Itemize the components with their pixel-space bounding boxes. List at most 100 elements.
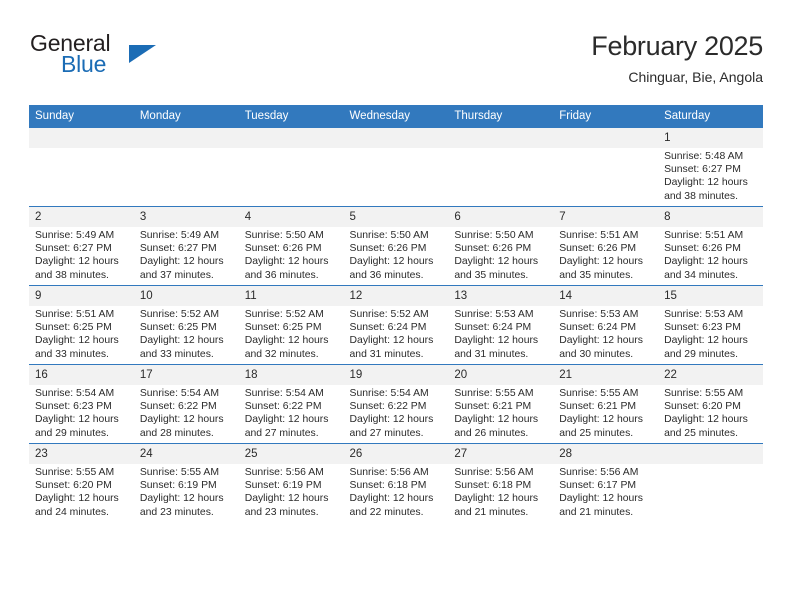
day-details: Sunrise: 5:54 AM Sunset: 6:22 PM Dayligh… — [344, 385, 449, 440]
day-number: 22 — [658, 365, 763, 385]
daylight-text: Daylight: 12 hours and 35 minutes. — [454, 256, 539, 281]
sunset-text: Sunset: 6:26 PM — [244, 243, 322, 255]
day-details: Sunrise: 5:56 AM Sunset: 6:18 PM Dayligh… — [448, 464, 553, 519]
sunset-text: Sunset: 6:26 PM — [349, 243, 427, 255]
day-cell[interactable]: 16 Sunrise: 5:54 AM Sunset: 6:23 PM Dayl… — [29, 364, 134, 444]
sunrise-text: Sunrise: 5:50 AM — [244, 230, 324, 241]
sunset-text: Sunset: 6:24 PM — [454, 322, 532, 334]
day-cell[interactable]: 22 Sunrise: 5:55 AM Sunset: 6:20 PM Dayl… — [658, 364, 763, 444]
sunset-text: Sunset: 6:23 PM — [664, 322, 741, 334]
day-cell — [343, 127, 449, 207]
sunset-text: Sunset: 6:26 PM — [454, 243, 532, 255]
day-cell[interactable]: 20 Sunrise: 5:55 AM Sunset: 6:21 PM Dayl… — [448, 364, 554, 444]
day-number: 2 — [29, 207, 134, 227]
sunrise-text: Sunrise: 5:54 AM — [35, 388, 115, 399]
day-cell[interactable]: 24 Sunrise: 5:55 AM Sunset: 6:19 PM Dayl… — [133, 443, 239, 522]
weekday-header-friday: Friday — [553, 105, 659, 128]
day-details: Sunrise: 5:52 AM Sunset: 6:25 PM Dayligh… — [134, 306, 239, 361]
day-cell[interactable]: 5 Sunrise: 5:50 AM Sunset: 6:26 PM Dayli… — [343, 206, 449, 286]
day-cell[interactable]: 18 Sunrise: 5:54 AM Sunset: 6:22 PM Dayl… — [238, 364, 344, 444]
sunset-text: Sunset: 6:25 PM — [35, 322, 112, 334]
day-cell[interactable]: 28 Sunrise: 5:56 AM Sunset: 6:17 PM Dayl… — [553, 443, 659, 522]
day-cell[interactable]: 17 Sunrise: 5:54 AM Sunset: 6:22 PM Dayl… — [133, 364, 239, 444]
daylight-text: Daylight: 12 hours and 31 minutes. — [349, 335, 434, 360]
day-cell[interactable]: 6 Sunrise: 5:50 AM Sunset: 6:26 PM Dayli… — [448, 206, 554, 286]
day-cell[interactable]: 21 Sunrise: 5:55 AM Sunset: 6:21 PM Dayl… — [553, 364, 659, 444]
day-details: Sunrise: 5:54 AM Sunset: 6:22 PM Dayligh… — [239, 385, 344, 440]
page-header: General Blue February 2025 Chinguar, Bie… — [29, 30, 763, 100]
sunset-text: Sunset: 6:21 PM — [559, 401, 637, 413]
sunrise-text: Sunrise: 5:50 AM — [454, 230, 534, 241]
sunrise-text: Sunrise: 5:53 AM — [559, 309, 639, 320]
day-cell[interactable]: 23 Sunrise: 5:55 AM Sunset: 6:20 PM Dayl… — [29, 443, 134, 522]
calendar-week-row: 1 Sunrise: 5:48 AM Sunset: 6:27 PM Dayli… — [29, 127, 763, 207]
day-number: 25 — [238, 444, 344, 464]
day-cell[interactable]: 3 Sunrise: 5:49 AM Sunset: 6:27 PM Dayli… — [133, 206, 239, 286]
day-number: 19 — [343, 365, 449, 385]
sunrise-text: Sunrise: 5:54 AM — [139, 388, 219, 399]
daylight-text: Daylight: 12 hours and 31 minutes. — [454, 335, 539, 360]
day-cell[interactable]: 9 Sunrise: 5:51 AM Sunset: 6:25 PM Dayli… — [29, 285, 134, 365]
day-number: 5 — [343, 207, 449, 227]
day-details: Sunrise: 5:53 AM Sunset: 6:24 PM Dayligh… — [553, 306, 658, 361]
sunrise-text: Sunrise: 5:48 AM — [664, 151, 744, 162]
sunset-text: Sunset: 6:26 PM — [664, 243, 741, 255]
sunrise-text: Sunrise: 5:56 AM — [454, 467, 534, 478]
general-blue-logo[interactable]: General Blue — [29, 30, 289, 88]
day-cell[interactable]: 7 Sunrise: 5:51 AM Sunset: 6:26 PM Dayli… — [553, 206, 659, 286]
day-cell[interactable]: 4 Sunrise: 5:50 AM Sunset: 6:26 PM Dayli… — [238, 206, 344, 286]
day-details: Sunrise: 5:54 AM Sunset: 6:23 PM Dayligh… — [29, 385, 134, 440]
daylight-text: Daylight: 12 hours and 33 minutes. — [139, 335, 224, 360]
sunset-text: Sunset: 6:17 PM — [559, 480, 637, 492]
daylight-text: Daylight: 12 hours and 25 minutes. — [559, 414, 643, 439]
day-details: Sunrise: 5:50 AM Sunset: 6:26 PM Dayligh… — [344, 227, 449, 282]
daylight-text: Daylight: 12 hours and 32 minutes. — [244, 335, 329, 360]
day-details: Sunrise: 5:50 AM Sunset: 6:26 PM Dayligh… — [239, 227, 344, 282]
day-cell[interactable]: 19 Sunrise: 5:54 AM Sunset: 6:22 PM Dayl… — [343, 364, 449, 444]
logo-text-blue: Blue — [61, 51, 107, 77]
day-cell[interactable]: 15 Sunrise: 5:53 AM Sunset: 6:23 PM Dayl… — [658, 285, 763, 365]
day-number: 21 — [553, 365, 659, 385]
day-number: 1 — [658, 128, 763, 148]
day-cell[interactable]: 12 Sunrise: 5:52 AM Sunset: 6:24 PM Dayl… — [343, 285, 449, 365]
daylight-text: Daylight: 12 hours and 36 minutes. — [244, 256, 329, 281]
day-cell[interactable]: 25 Sunrise: 5:56 AM Sunset: 6:19 PM Dayl… — [238, 443, 344, 522]
sunrise-text: Sunrise: 5:53 AM — [454, 309, 534, 320]
sunset-text: Sunset: 6:19 PM — [139, 480, 217, 492]
day-number: 16 — [29, 365, 134, 385]
day-cell[interactable]: 11 Sunrise: 5:52 AM Sunset: 6:25 PM Dayl… — [238, 285, 344, 365]
day-cell[interactable]: 10 Sunrise: 5:52 AM Sunset: 6:25 PM Dayl… — [133, 285, 239, 365]
day-details: Sunrise: 5:51 AM Sunset: 6:26 PM Dayligh… — [658, 227, 763, 282]
sunset-text: Sunset: 6:19 PM — [244, 480, 322, 492]
day-number: 4 — [238, 207, 344, 227]
sunrise-text: Sunrise: 5:56 AM — [244, 467, 324, 478]
day-number — [448, 128, 554, 148]
day-number: 23 — [29, 444, 134, 464]
calendar-week-row: 9 Sunrise: 5:51 AM Sunset: 6:25 PM Dayli… — [29, 285, 763, 365]
daylight-text: Daylight: 12 hours and 30 minutes. — [559, 335, 643, 360]
day-number: 14 — [553, 286, 659, 306]
day-number — [343, 128, 449, 148]
day-number: 11 — [238, 286, 344, 306]
daylight-text: Daylight: 12 hours and 29 minutes. — [35, 414, 119, 439]
day-cell[interactable]: 8 Sunrise: 5:51 AM Sunset: 6:26 PM Dayli… — [658, 206, 763, 286]
daylight-text: Daylight: 12 hours and 36 minutes. — [349, 256, 434, 281]
calendar-header-row: Sunday Monday Tuesday Wednesday Thursday… — [29, 105, 763, 128]
day-cell[interactable]: 26 Sunrise: 5:56 AM Sunset: 6:18 PM Dayl… — [343, 443, 449, 522]
sunrise-text: Sunrise: 5:51 AM — [35, 309, 115, 320]
sunrise-text: Sunrise: 5:55 AM — [559, 388, 639, 399]
daylight-text: Daylight: 12 hours and 23 minutes. — [244, 493, 329, 518]
page-subtitle: Chinguar, Bie, Angola — [628, 69, 763, 85]
day-cell — [238, 127, 344, 207]
sunset-text: Sunset: 6:27 PM — [139, 243, 217, 255]
sunset-text: Sunset: 6:22 PM — [139, 401, 217, 413]
daylight-text: Daylight: 12 hours and 28 minutes. — [139, 414, 224, 439]
day-cell[interactable]: 13 Sunrise: 5:53 AM Sunset: 6:24 PM Dayl… — [448, 285, 554, 365]
day-cell[interactable]: 14 Sunrise: 5:53 AM Sunset: 6:24 PM Dayl… — [553, 285, 659, 365]
day-cell[interactable]: 1 Sunrise: 5:48 AM Sunset: 6:27 PM Dayli… — [658, 127, 763, 207]
day-cell[interactable]: 27 Sunrise: 5:56 AM Sunset: 6:18 PM Dayl… — [448, 443, 554, 522]
day-cell[interactable]: 2 Sunrise: 5:49 AM Sunset: 6:27 PM Dayli… — [29, 206, 134, 286]
day-number: 9 — [29, 286, 134, 306]
sunrise-text: Sunrise: 5:56 AM — [349, 467, 429, 478]
day-number: 26 — [343, 444, 449, 464]
